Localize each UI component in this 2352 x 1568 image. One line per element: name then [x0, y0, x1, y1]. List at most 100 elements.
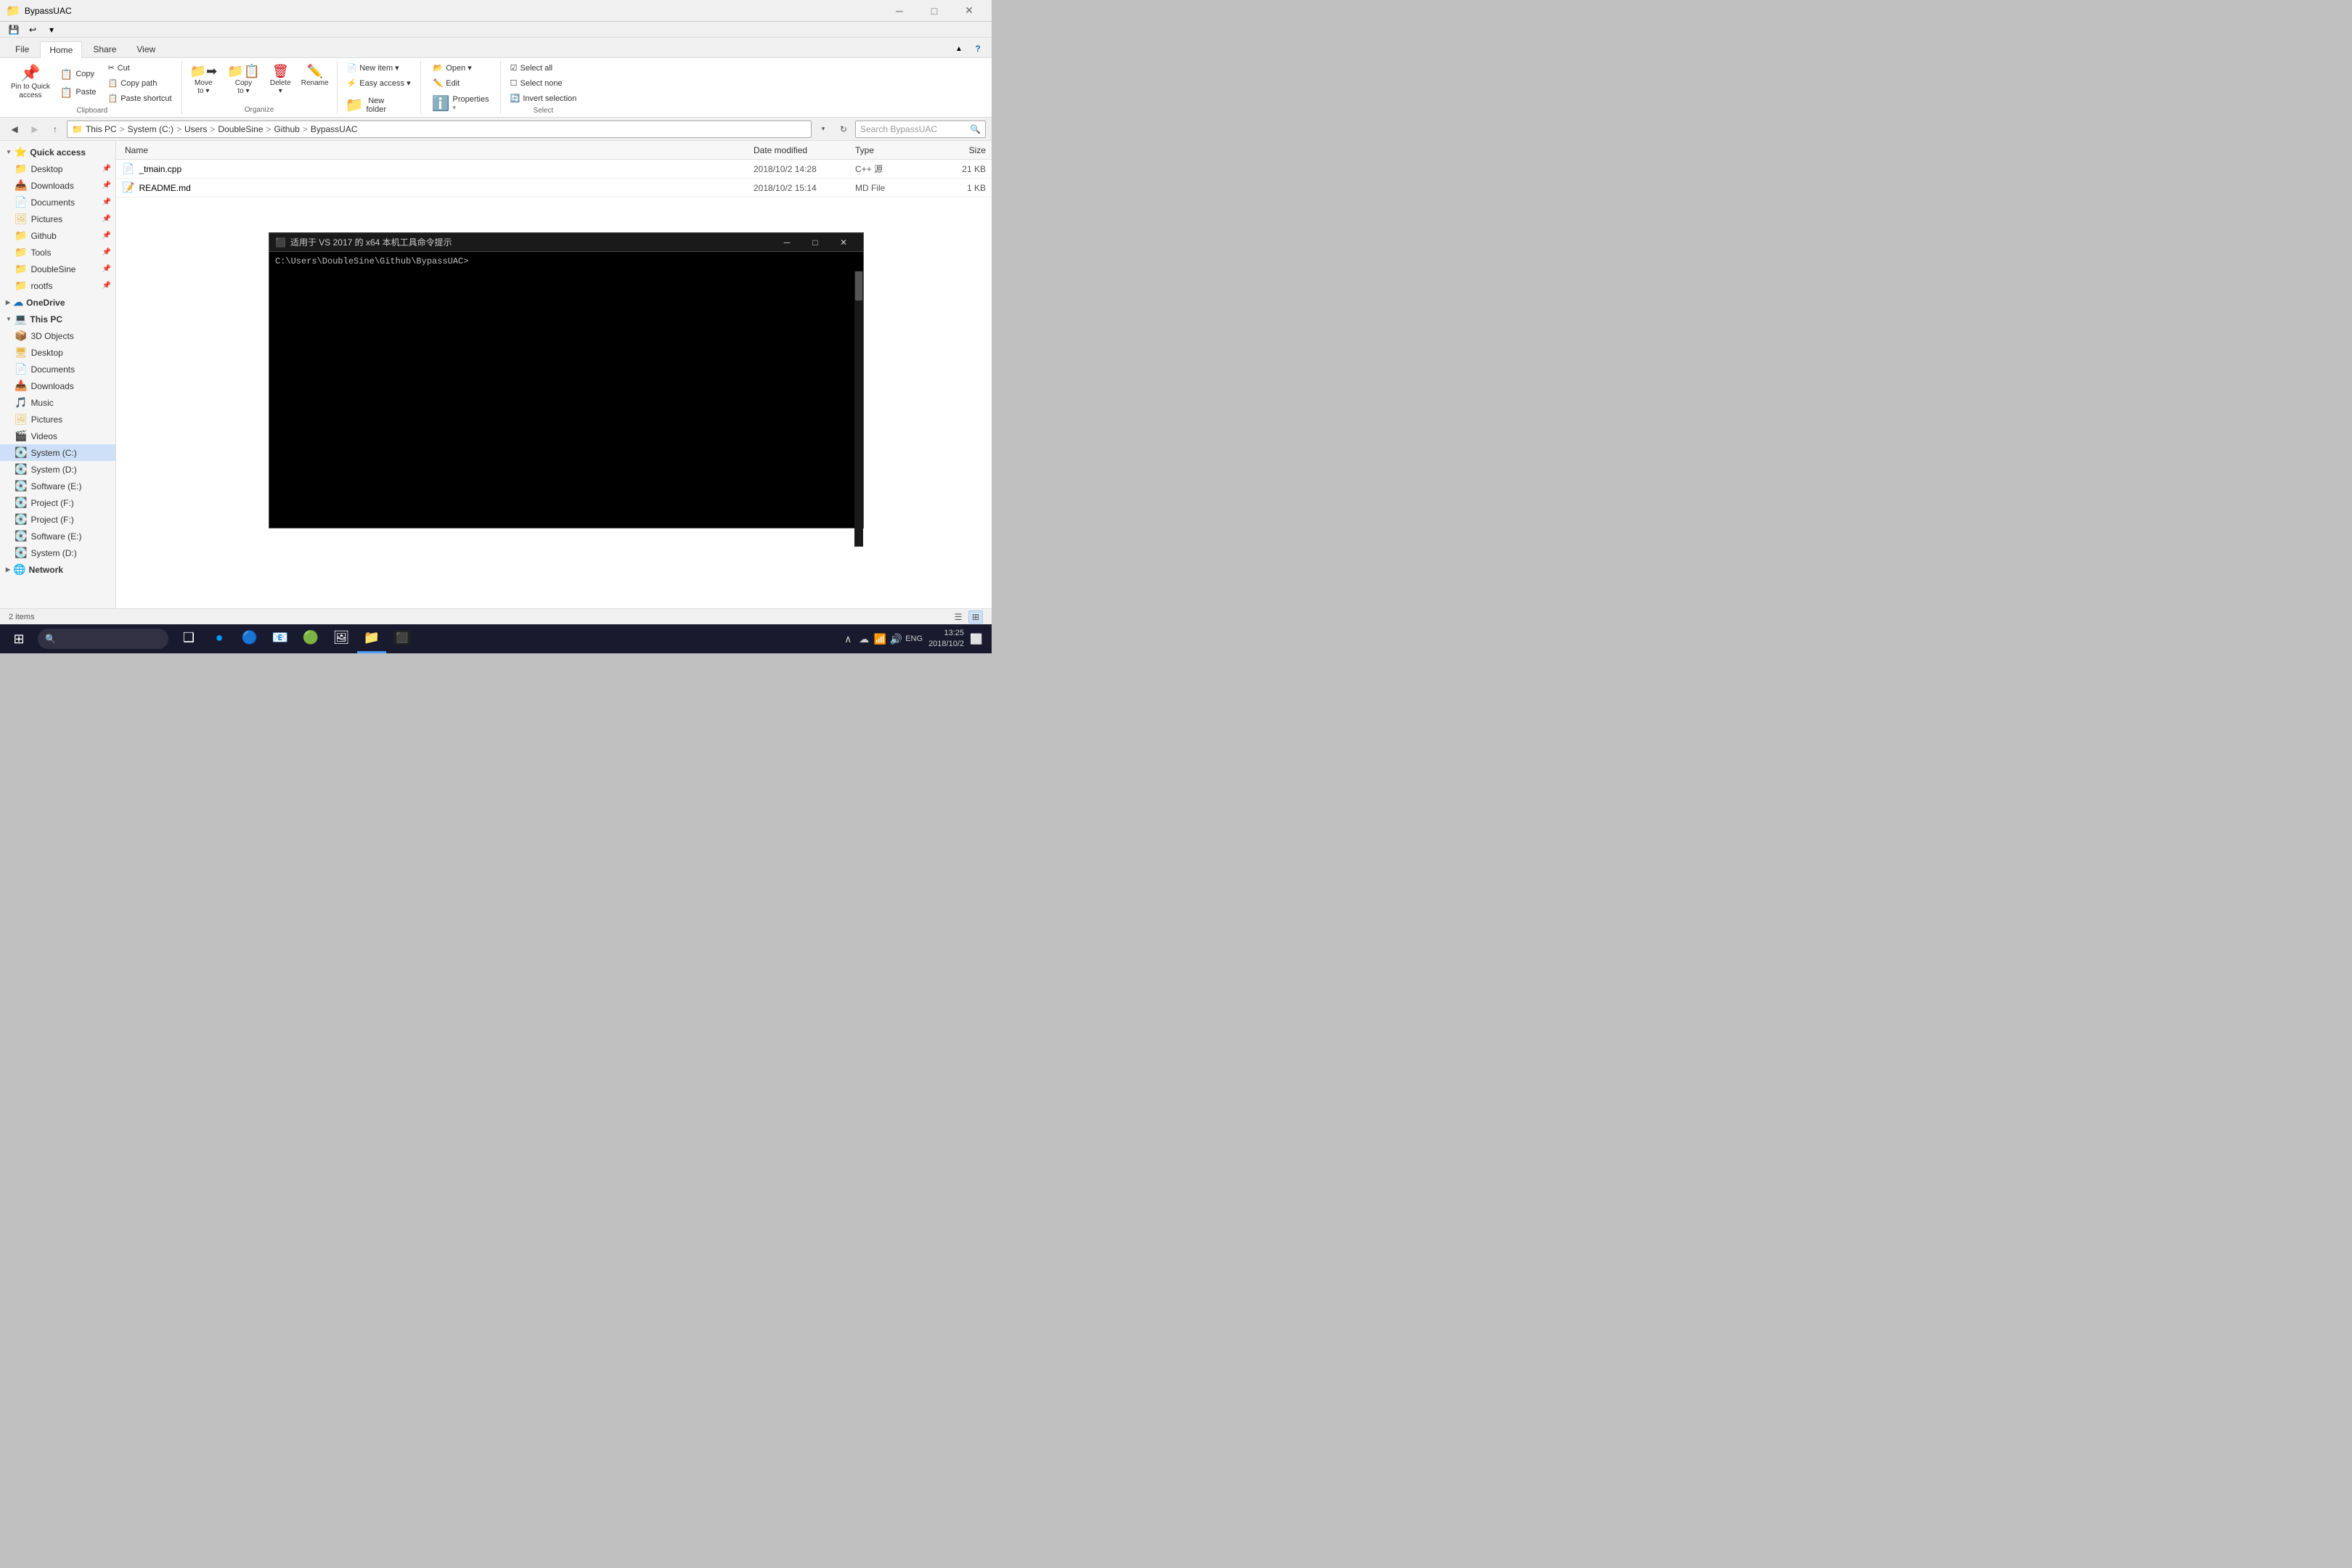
- sidebar-item-project-f2[interactable]: 💽 Project (F:): [0, 511, 115, 528]
- taskbar-volume-icon[interactable]: 🔊: [889, 632, 902, 645]
- taskbar-app-terminal[interactable]: ⬛: [388, 624, 417, 653]
- sidebar-item-tools[interactable]: 📁 Tools 📌: [0, 244, 115, 261]
- move-to-button[interactable]: 📁➡ Moveto ▾: [187, 61, 221, 98]
- taskbar-chevron-icon[interactable]: ∧: [841, 632, 854, 645]
- easy-access-button[interactable]: ⚡Easy access ▾: [342, 76, 416, 90]
- taskbar-app-vscode[interactable]: 🔵: [235, 624, 264, 653]
- sidebar-item-system-c[interactable]: 💽 System (C:): [0, 444, 115, 461]
- taskbar-app-photos[interactable]: 🖼: [327, 624, 356, 653]
- taskbar-lang[interactable]: ENG: [905, 634, 923, 643]
- view-details-button[interactable]: ⊞: [968, 611, 983, 624]
- properties-button[interactable]: ℹ️ Properties ▾: [428, 91, 493, 115]
- table-row[interactable]: 📄 _tmain.cpp 2018/10/2 14:28 C++ 源 21 KB: [116, 160, 992, 179]
- ribbon-collapse-button[interactable]: ▲: [951, 41, 967, 56]
- back-button[interactable]: ◀: [6, 121, 23, 138]
- terminal-scrollbar[interactable]: [854, 271, 863, 547]
- column-date-modified[interactable]: Date modified: [754, 145, 855, 155]
- sidebar-item-downloads[interactable]: 📥 Downloads 📌: [0, 177, 115, 194]
- invert-selection-button[interactable]: 🔄Invert selection: [505, 91, 582, 105]
- search-icon[interactable]: 🔍: [970, 124, 981, 134]
- close-button[interactable]: ✕: [952, 0, 986, 22]
- column-name[interactable]: Name: [122, 145, 754, 155]
- taskbar-app-cortana[interactable]: ●: [205, 624, 234, 653]
- taskbar-app-task-view[interactable]: ❑: [174, 624, 203, 653]
- sidebar-item-music[interactable]: 🎵 Music: [0, 394, 115, 411]
- address-bar[interactable]: 📁 This PC > System (C:) > Users > Double…: [67, 121, 812, 138]
- breadcrumb-github[interactable]: Github: [274, 124, 299, 134]
- paste-shortcut-button[interactable]: 📋Paste shortcut: [103, 91, 177, 105]
- sidebar-item-system-d[interactable]: 💽 System (D:): [0, 461, 115, 478]
- sidebar-item-downloads-pc[interactable]: 📥 Downloads: [0, 377, 115, 394]
- terminal-content[interactable]: C:\Users\DoubleSine\Github\BypassUAC>: [269, 252, 863, 528]
- column-size[interactable]: Size: [928, 145, 986, 155]
- breadcrumb-users[interactable]: Users: [184, 124, 207, 134]
- copy-button[interactable]: 📋 Copy: [55, 66, 102, 83]
- taskbar-notification-icon[interactable]: ⬜: [970, 632, 983, 645]
- sidebar-section-this-pc[interactable]: ▼ 💻 This PC: [0, 311, 115, 327]
- breadcrumb-bypassuac[interactable]: BypassUAC: [311, 124, 358, 134]
- new-folder-button[interactable]: 📁 Newfolder: [342, 93, 390, 117]
- view-list-button[interactable]: ☰: [951, 611, 965, 624]
- sidebar-item-github[interactable]: 📁 Github 📌: [0, 227, 115, 244]
- rename-button[interactable]: ✏️ Rename: [298, 61, 332, 90]
- new-item-button[interactable]: 📄New item ▾: [342, 61, 404, 75]
- cut-button[interactable]: ✂Cut: [103, 61, 177, 75]
- terminal-close-button[interactable]: ✕: [830, 233, 857, 252]
- help-button[interactable]: ?: [970, 41, 986, 56]
- taskbar-network-icon[interactable]: 📶: [873, 632, 886, 645]
- address-dropdown-button[interactable]: ▾: [814, 121, 832, 138]
- sidebar-item-project-f[interactable]: 💽 Project (F:): [0, 494, 115, 511]
- sidebar-item-software-e2[interactable]: 💽 Software (E:): [0, 528, 115, 544]
- edit-button[interactable]: ✏️Edit: [428, 76, 465, 90]
- sidebar-item-3d-objects[interactable]: 📦 3D Objects: [0, 327, 115, 344]
- tab-view[interactable]: View: [127, 41, 165, 57]
- table-row[interactable]: 📝 README.md 2018/10/2 15:14 MD File 1 KB: [116, 179, 992, 197]
- select-none-button[interactable]: ☐Select none: [505, 76, 568, 90]
- forward-button[interactable]: ▶: [26, 121, 44, 138]
- breadcrumb-this-pc[interactable]: This PC: [86, 124, 117, 134]
- sidebar-item-pictures[interactable]: 🖼 Pictures 📌: [0, 211, 115, 227]
- sidebar-item-software-e[interactable]: 💽 Software (E:): [0, 478, 115, 494]
- up-button[interactable]: ↑: [46, 121, 64, 138]
- paste-button[interactable]: 📋 Paste: [55, 84, 102, 101]
- sidebar-item-documents-pc[interactable]: 📄 Documents: [0, 361, 115, 377]
- open-button[interactable]: 📂Open ▾: [428, 61, 477, 75]
- sidebar-section-onedrive[interactable]: ▶ ☁ OneDrive: [0, 294, 115, 311]
- sidebar-item-documents[interactable]: 📄 Documents 📌: [0, 194, 115, 211]
- sidebar-item-pictures-pc[interactable]: 🖼 Pictures: [0, 411, 115, 428]
- sidebar-section-network[interactable]: ▶ 🌐 Network: [0, 561, 115, 578]
- pin-to-quick-access-button[interactable]: 📌 Pin to Quickaccess: [7, 61, 54, 105]
- taskbar-app-mail[interactable]: 📧: [266, 624, 295, 653]
- start-button[interactable]: ⊞: [3, 624, 35, 653]
- undo-quick-button[interactable]: ↩: [25, 23, 41, 37]
- column-type[interactable]: Type: [855, 145, 928, 155]
- maximize-button[interactable]: □: [918, 0, 951, 22]
- sidebar-item-rootfs[interactable]: 📁 rootfs 📌: [0, 277, 115, 294]
- quick-toolbar-dropdown[interactable]: ▾: [44, 23, 60, 37]
- sidebar-item-videos[interactable]: 🎬 Videos: [0, 428, 115, 444]
- tab-file[interactable]: File: [6, 41, 38, 57]
- sidebar-item-desktop-pc[interactable]: 🖥 Desktop: [0, 344, 115, 361]
- taskbar-app-explorer[interactable]: 📁: [357, 624, 386, 653]
- taskbar-app-chrome[interactable]: 🟢: [296, 624, 325, 653]
- search-bar[interactable]: Search BypassUAC 🔍: [855, 121, 986, 138]
- copy-to-button[interactable]: 📁📋 Copyto ▾: [224, 61, 264, 98]
- select-all-button[interactable]: ☑Select all: [505, 61, 558, 75]
- taskbar-cloud-icon[interactable]: ☁: [857, 632, 870, 645]
- breadcrumb-doublesine[interactable]: DoubleSine: [218, 124, 263, 134]
- tab-share[interactable]: Share: [83, 41, 126, 57]
- taskbar-clock[interactable]: 13:25 2018/10/2: [928, 628, 964, 650]
- delete-button[interactable]: 🗑 Delete▾: [266, 61, 295, 98]
- sidebar-section-quick-access[interactable]: ▼ ⭐ Quick access: [0, 144, 115, 160]
- tab-home[interactable]: Home: [40, 41, 82, 58]
- sidebar-item-desktop[interactable]: 📁 Desktop 📌: [0, 160, 115, 177]
- sidebar-item-system-d2[interactable]: 💽 System (D:): [0, 544, 115, 561]
- terminal-maximize-button[interactable]: □: [801, 233, 829, 252]
- breadcrumb-system-c[interactable]: System (C:): [128, 124, 173, 134]
- refresh-button[interactable]: ↻: [835, 121, 852, 138]
- sidebar-item-doublesine[interactable]: 📁 DoubleSine 📌: [0, 261, 115, 277]
- taskbar-search[interactable]: 🔍: [38, 629, 168, 649]
- terminal-minimize-button[interactable]: ─: [773, 233, 801, 252]
- minimize-button[interactable]: ─: [883, 0, 916, 22]
- copy-path-button[interactable]: 📋Copy path: [103, 76, 177, 90]
